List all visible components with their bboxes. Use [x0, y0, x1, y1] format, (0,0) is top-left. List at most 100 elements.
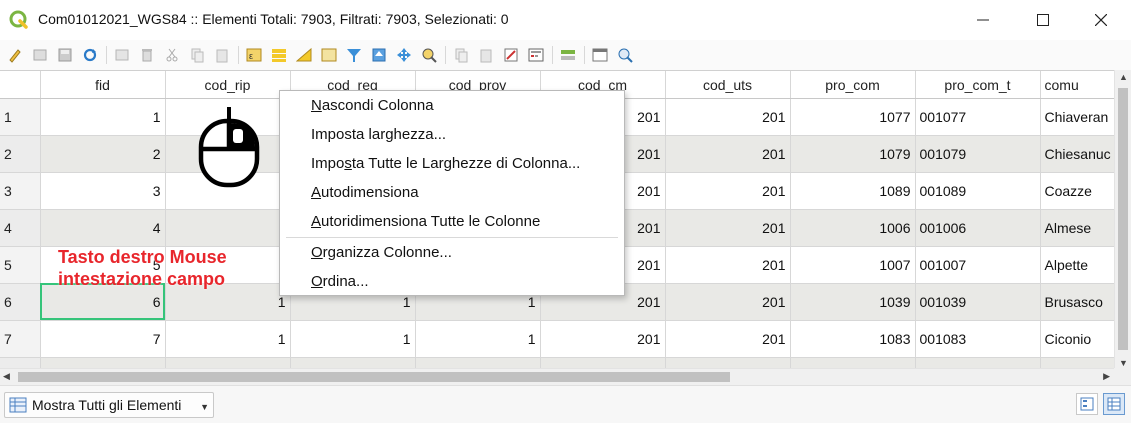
- scroll-up-icon[interactable]: ▲: [1119, 72, 1128, 82]
- menu-item-organize-columns[interactable]: Organizza Colonne...: [311, 244, 452, 261]
- reload-icon[interactable]: [81, 46, 99, 64]
- field-calculator-icon[interactable]: [527, 46, 545, 64]
- cell-pro-com[interactable]: 1007: [790, 246, 916, 284]
- menu-item-hide-column[interactable]: Nascondi Colonna: [311, 97, 434, 114]
- conditional-format-icon[interactable]: [559, 46, 577, 64]
- invert-selection-icon[interactable]: [295, 46, 313, 64]
- row-number[interactable]: 3: [0, 172, 41, 210]
- dock-icon[interactable]: [591, 46, 609, 64]
- multi-edit-icon[interactable]: [31, 46, 49, 64]
- form-view-button[interactable]: [1076, 393, 1098, 415]
- toolbar-separator: [584, 46, 585, 64]
- close-icon: [1095, 14, 1107, 26]
- pencil-edit-icon[interactable]: [6, 46, 24, 64]
- cell-pro-com[interactable]: 1083: [790, 320, 916, 358]
- cell-cod-reg[interactable]: 1: [290, 320, 416, 358]
- chevron-down-icon: ▼: [200, 402, 209, 412]
- table-view-button[interactable]: [1103, 393, 1125, 415]
- save-edits-icon[interactable]: [56, 46, 74, 64]
- toolbar-separator: [552, 46, 553, 64]
- paste-rows-icon[interactable]: [477, 46, 495, 64]
- cell-cod-uts[interactable]: 201: [665, 172, 791, 210]
- cell-cod-uts[interactable]: 201: [665, 209, 791, 247]
- cell-cod-uts[interactable]: 201: [665, 135, 791, 173]
- cell-cod-uts[interactable]: 201: [665, 320, 791, 358]
- filter-select-icon[interactable]: [345, 46, 363, 64]
- horizontal-scroll-thumb[interactable]: [18, 372, 730, 382]
- cell-cod-prov[interactable]: 1: [415, 320, 541, 358]
- cell-fid[interactable]: 7: [40, 320, 166, 358]
- row-number[interactable]: 2: [0, 135, 41, 173]
- select-all-icon[interactable]: [270, 46, 288, 64]
- row-number[interactable]: 1: [0, 98, 41, 136]
- cell-pro-com-t[interactable]: 001007: [915, 246, 1041, 284]
- row-number[interactable]: 4: [0, 209, 41, 247]
- zoom-to-selection-icon[interactable]: [420, 46, 438, 64]
- cell-pro-com-t[interactable]: 001089: [915, 172, 1041, 210]
- cell-fid[interactable]: 2: [40, 135, 166, 173]
- cell-pro-com-t[interactable]: 001077: [915, 98, 1041, 136]
- menu-item-set-all-widths[interactable]: Imposta Tutte le Larghezze di Colonna...: [311, 155, 580, 172]
- cell-fid[interactable]: 1: [40, 98, 166, 136]
- horizontal-scrollbar[interactable]: ◀ ▶: [0, 368, 1114, 385]
- move-to-top-icon[interactable]: [370, 46, 388, 64]
- cell-fid[interactable]: 3: [40, 172, 166, 210]
- cut-icon[interactable]: [163, 46, 181, 64]
- expression-select-icon[interactable]: ε: [245, 46, 263, 64]
- scroll-right-icon[interactable]: ▶: [1103, 371, 1110, 382]
- cell-pro-com[interactable]: 1006: [790, 209, 916, 247]
- vertical-scroll-thumb[interactable]: [1118, 88, 1128, 350]
- menu-item-set-width[interactable]: Imposta larghezza...: [311, 126, 446, 143]
- column-header-cod-rip[interactable]: cod_rip: [165, 71, 291, 99]
- delete-field-icon[interactable]: [502, 46, 520, 64]
- cell-cod-cm[interactable]: 201: [540, 320, 666, 358]
- cell-pro-com[interactable]: 1089: [790, 172, 916, 210]
- delete-feature-icon[interactable]: [138, 46, 156, 64]
- cell-pro-com-t[interactable]: 001083: [915, 320, 1041, 358]
- column-header-pro-com-t[interactable]: pro_com_t: [915, 71, 1041, 99]
- minimize-button[interactable]: [960, 0, 1006, 40]
- cell-cod-rip[interactable]: [165, 209, 291, 247]
- row-number[interactable]: 7: [0, 320, 41, 358]
- column-header-pro-com[interactable]: pro_com: [790, 71, 916, 99]
- row-number[interactable]: 5: [0, 246, 41, 284]
- menu-separator: [286, 237, 618, 238]
- filter-dropdown-button[interactable]: Mostra Tutti gli Elementi ▼: [4, 392, 214, 418]
- cell-pro-com[interactable]: 1077: [790, 98, 916, 136]
- menu-item-autosize[interactable]: Autodimensiona: [311, 184, 419, 201]
- add-feature-icon[interactable]: [113, 46, 131, 64]
- cell-pro-com-t[interactable]: 001039: [915, 283, 1041, 321]
- menu-item-sort[interactable]: Ordina...: [311, 273, 369, 290]
- title-bar: Com01012021_WGS84 :: Elementi Totali: 79…: [0, 0, 1131, 40]
- copy-rows-icon[interactable]: [452, 46, 470, 64]
- actions-icon[interactable]: [616, 46, 634, 64]
- minimize-icon: [977, 19, 989, 21]
- cell-cod-uts[interactable]: 201: [665, 98, 791, 136]
- copy-icon[interactable]: [188, 46, 206, 64]
- close-button[interactable]: [1078, 0, 1124, 40]
- annotation-line-1: Tasto destro Mouse: [58, 247, 227, 267]
- pan-to-selection-icon[interactable]: [395, 46, 413, 64]
- scroll-left-icon[interactable]: ◀: [3, 371, 10, 382]
- row-number[interactable]: 6: [0, 283, 41, 321]
- cell-pro-com[interactable]: 1079: [790, 135, 916, 173]
- cell-pro-com-t[interactable]: 001079: [915, 135, 1041, 173]
- maximize-button[interactable]: [1020, 0, 1066, 40]
- cell-fid[interactable]: 4: [40, 209, 166, 247]
- paste-icon[interactable]: [213, 46, 231, 64]
- vertical-scrollbar[interactable]: ▲ ▼: [1114, 70, 1131, 370]
- table-row[interactable]: 7 7 1 1 1 201 201 1083 001083 Ciconio: [0, 320, 1131, 358]
- cell-pro-com[interactable]: 1039: [790, 283, 916, 321]
- scroll-down-icon[interactable]: ▼: [1119, 358, 1128, 368]
- cell-pro-com-t[interactable]: 001006: [915, 209, 1041, 247]
- maximize-icon: [1037, 14, 1049, 26]
- cell-cod-uts[interactable]: 201: [665, 246, 791, 284]
- menu-item-autosize-all[interactable]: Autoridimensiona Tutte le Colonne: [311, 213, 540, 230]
- column-header-fid[interactable]: fid: [40, 71, 166, 99]
- corner-header[interactable]: [0, 71, 41, 99]
- cell-cod-uts[interactable]: 201: [665, 283, 791, 321]
- column-header-cod-uts[interactable]: cod_uts: [665, 71, 791, 99]
- deselect-icon[interactable]: [320, 46, 338, 64]
- qgis-logo-icon: [9, 10, 28, 29]
- cell-cod-rip[interactable]: 1: [165, 320, 291, 358]
